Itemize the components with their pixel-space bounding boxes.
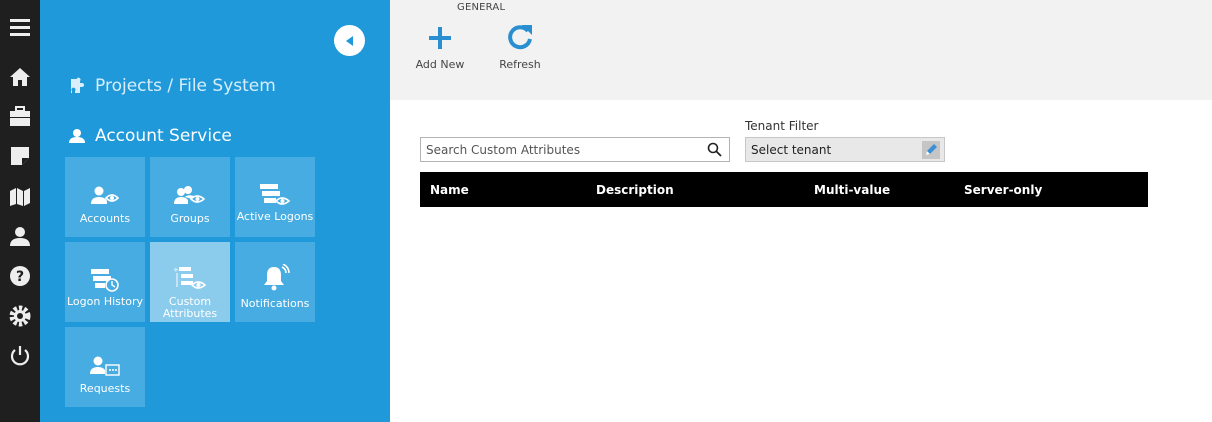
plus-icon — [429, 27, 451, 49]
requests-icon — [90, 356, 120, 376]
tile-notifications[interactable]: Notifications — [235, 242, 315, 322]
active-logons-icon — [260, 184, 291, 205]
svg-text:?: ? — [16, 269, 24, 285]
user-icon — [69, 129, 85, 143]
tile-label: Logon History — [67, 295, 143, 308]
toolbar: GENERAL Add New Refresh — [390, 0, 1212, 100]
tile-label: Accounts — [79, 212, 131, 225]
edit-icon[interactable] — [921, 140, 941, 160]
search-input[interactable] — [421, 138, 701, 161]
puzzle-icon — [71, 77, 84, 93]
refresh-button[interactable]: Refresh — [490, 22, 550, 82]
section-title-text: Account Service — [95, 126, 232, 146]
breadcrumb[interactable]: Projects / File System — [68, 76, 276, 96]
column-header-name[interactable]: Name — [430, 183, 469, 197]
add-new-button[interactable]: Add New — [410, 22, 470, 82]
note-icon[interactable] — [0, 136, 40, 176]
column-header-description[interactable]: Description — [596, 183, 674, 197]
power-icon[interactable] — [0, 336, 40, 376]
toolbar-group-label: GENERAL — [457, 2, 506, 13]
home-icon[interactable] — [0, 57, 40, 97]
column-header-server-only[interactable]: Server-only — [964, 183, 1042, 197]
groups-icon — [174, 186, 206, 204]
grid-header: Name Description Multi-value Server-only — [420, 172, 1148, 207]
tile-label: Requests — [79, 382, 131, 395]
gear-icon[interactable] — [0, 296, 40, 336]
tile-groups[interactable]: Groups — [150, 157, 230, 237]
service-panel: Projects / File System Account Service A… — [40, 0, 390, 422]
user-icon[interactable] — [0, 216, 40, 256]
tenant-select-value: Select tenant — [751, 142, 832, 157]
logon-history-icon — [91, 269, 119, 292]
tenant-filter-label: Tenant Filter — [745, 119, 819, 133]
column-header-multi-value[interactable]: Multi-value — [814, 183, 890, 197]
add-new-label: Add New — [415, 58, 465, 71]
collapse-panel-button[interactable] — [334, 25, 365, 56]
tile-label: Custom Attributes — [162, 295, 218, 320]
tile-requests[interactable]: Requests — [65, 327, 145, 407]
tile-logon-history[interactable]: Logon History — [65, 242, 145, 322]
tile-active-logons[interactable]: Active Logons — [235, 157, 315, 237]
refresh-icon — [508, 25, 532, 50]
tile-label: Notifications — [240, 297, 310, 310]
nav-rail: ? — [0, 0, 40, 422]
search-box — [420, 137, 730, 162]
accounts-icon — [91, 186, 120, 204]
briefcase-icon[interactable] — [0, 96, 40, 136]
svg-text:+: + — [173, 266, 179, 274]
help-icon[interactable]: ? — [0, 256, 40, 296]
menu-icon[interactable] — [0, 7, 40, 47]
tile-label: Groups — [170, 212, 210, 225]
section-title: Account Service — [68, 126, 232, 146]
map-icon[interactable] — [0, 176, 40, 216]
tile-label: Active Logons — [236, 210, 314, 223]
bell-icon — [264, 264, 290, 291]
refresh-label: Refresh — [499, 58, 541, 71]
custom-attributes-icon: + — [173, 266, 207, 289]
search-icon[interactable] — [707, 142, 722, 157]
breadcrumb-text: Projects / File System — [95, 76, 276, 96]
chevron-left-icon — [345, 35, 353, 46]
tenant-select[interactable]: Select tenant — [745, 137, 945, 162]
app-window: ? Projects / File System Account Service… — [0, 0, 1212, 422]
tile-accounts[interactable]: Accounts — [65, 157, 145, 237]
tile-custom-attributes[interactable]: + Custom Attributes — [150, 242, 230, 322]
